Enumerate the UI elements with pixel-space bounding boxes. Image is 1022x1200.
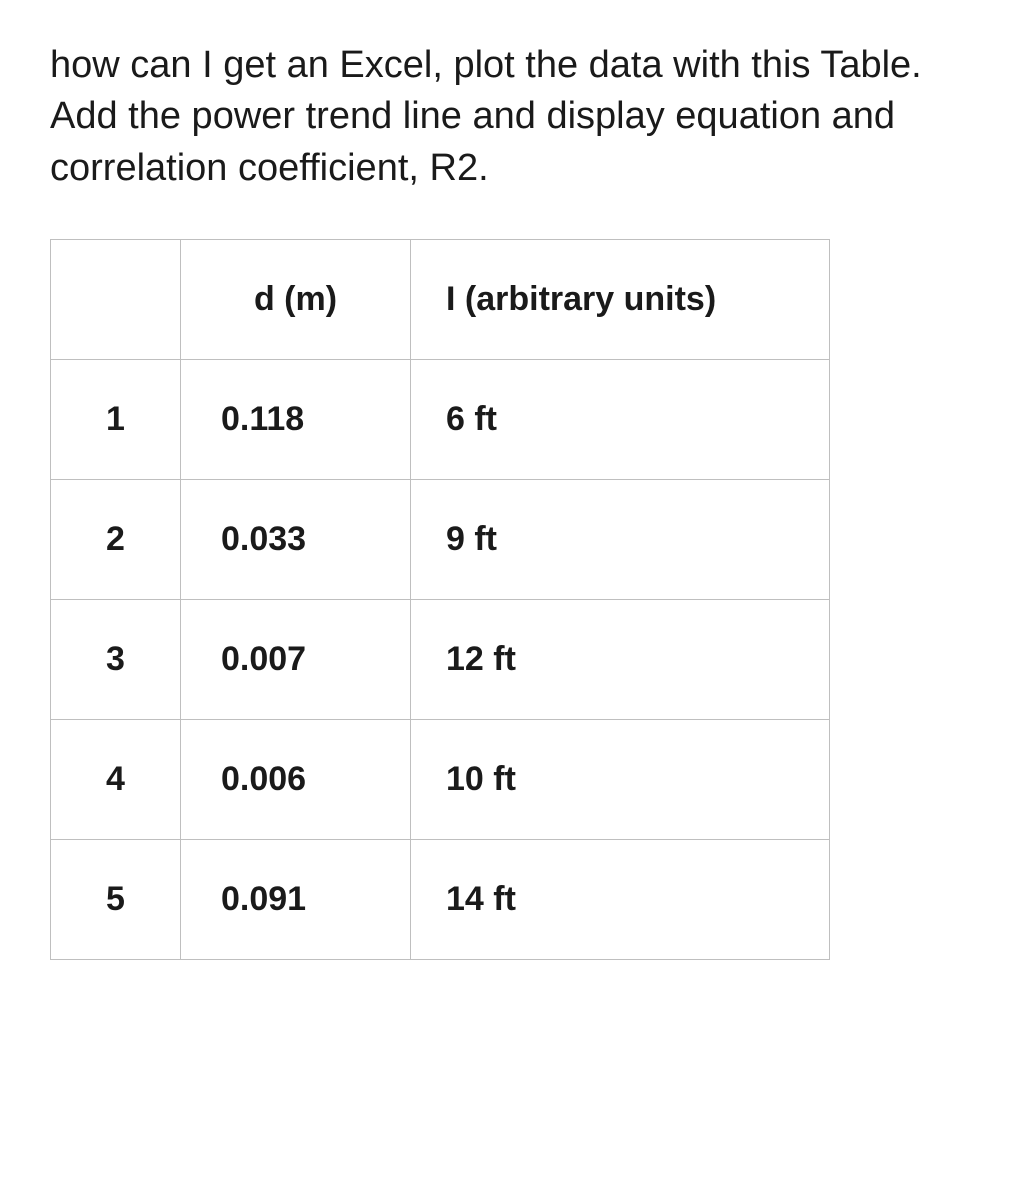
- table-row: 2 0.033 9 ft: [51, 479, 830, 599]
- header-index: [51, 239, 181, 359]
- table-header-row: d (m) I (arbitrary units): [51, 239, 830, 359]
- cell-i: 6 ft: [411, 359, 830, 479]
- cell-d: 0.006: [181, 719, 411, 839]
- cell-index: 5: [51, 839, 181, 959]
- cell-i: 14 ft: [411, 839, 830, 959]
- cell-index: 2: [51, 479, 181, 599]
- table-row: 3 0.007 12 ft: [51, 599, 830, 719]
- cell-i: 10 ft: [411, 719, 830, 839]
- cell-i: 9 ft: [411, 479, 830, 599]
- cell-index: 3: [51, 599, 181, 719]
- table-row: 1 0.118 6 ft: [51, 359, 830, 479]
- cell-d: 0.091: [181, 839, 411, 959]
- table-row: 4 0.006 10 ft: [51, 719, 830, 839]
- header-i: I (arbitrary units): [411, 239, 830, 359]
- cell-index: 4: [51, 719, 181, 839]
- table-row: 5 0.091 14 ft: [51, 839, 830, 959]
- cell-i: 12 ft: [411, 599, 830, 719]
- data-table: d (m) I (arbitrary units) 1 0.118 6 ft 2…: [50, 239, 830, 960]
- cell-d: 0.118: [181, 359, 411, 479]
- cell-d: 0.007: [181, 599, 411, 719]
- question-text: how can I get an Excel, plot the data wi…: [50, 40, 972, 194]
- header-d: d (m): [181, 239, 411, 359]
- cell-index: 1: [51, 359, 181, 479]
- cell-d: 0.033: [181, 479, 411, 599]
